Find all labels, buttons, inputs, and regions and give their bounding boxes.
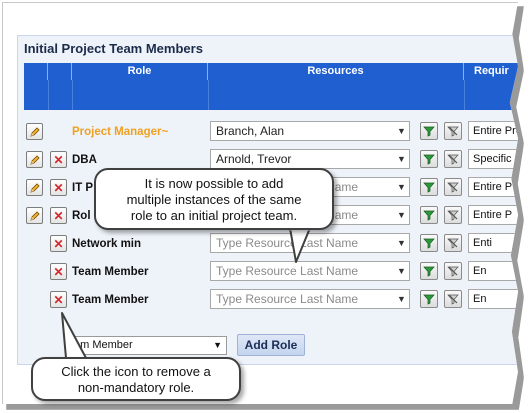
table-header: Role Resources Requir [24,63,518,80]
clear-filter-icon[interactable] [444,206,462,224]
funnel-icon[interactable] [420,178,438,196]
funnel-icon[interactable] [420,290,438,308]
resource-combobox[interactable]: Branch, Alan [210,121,410,141]
role-label: DBA [72,154,97,166]
table-row: Project Manager~ Branch, Alan ▼ Entire Pro [24,121,518,145]
x-icon[interactable]: ✕ [50,291,67,308]
chevron-down-icon[interactable]: ▼ [394,150,409,168]
x-icon[interactable]: ✕ [50,235,67,252]
add-role-button[interactable]: Add Role [237,334,305,356]
clear-filter-icon[interactable] [444,122,462,140]
table-row: ✕ Team Member Type Resource Last Name ▼ En [24,261,518,285]
role-select-value: am Member [74,339,133,351]
requirement-select[interactable]: Entire P [468,205,518,225]
pencil-icon[interactable] [26,179,43,196]
requirement-select[interactable]: Enti [468,233,518,253]
clear-filter-icon[interactable] [444,150,462,168]
pencil-icon[interactable] [26,123,43,140]
funnel-icon[interactable] [420,150,438,168]
role-label: Network min [72,238,142,250]
resource-combobox[interactable]: Arnold, Trevor [210,149,410,169]
role-label: IT P [72,182,94,194]
clear-filter-icon[interactable] [444,178,462,196]
role-label: Team Member [72,294,149,306]
funnel-icon[interactable] [420,206,438,224]
callout-line: It is now possible to add [144,176,284,191]
requirement-select[interactable]: Specific D [468,149,518,169]
x-icon[interactable]: ✕ [50,179,67,196]
x-icon[interactable]: ✕ [50,207,67,224]
requirement-select[interactable]: Entire P [468,177,518,197]
table-row: ✕ Network min Type Resource Last Name ▼ Enti [24,233,518,257]
x-icon[interactable]: ✕ [50,151,67,168]
callout-line: multiple instances of the same [126,192,302,207]
callout-line: Click the icon to remove a [61,364,211,379]
chevron-down-icon[interactable]: ▼ [394,122,409,140]
funnel-icon[interactable] [420,262,438,280]
funnel-icon[interactable] [420,234,438,252]
funnel-icon[interactable] [420,122,438,140]
chevron-down-icon[interactable]: ▼ [394,234,409,252]
header-delete-col [48,63,72,80]
header-requirement: Requir [474,65,509,77]
callout-line: non-mandatory role. [77,380,195,395]
chevron-down-icon[interactable]: ▼ [394,206,409,224]
requirement-select[interactable]: En [468,261,518,281]
chevron-down-icon[interactable]: ▼ [394,178,409,196]
resource-combobox[interactable]: Type Resource Last Name [210,289,410,309]
header-edit-col [24,63,48,80]
table-row: ✕ Team Member Type Resource Last Name ▼ En [24,289,518,313]
requirement-select[interactable]: Entire Pro [468,121,518,141]
clear-filter-icon[interactable] [444,262,462,280]
resource-combobox[interactable]: Type Resource Last Name [210,233,410,253]
pencil-icon[interactable] [26,207,43,224]
callout-multiple-instances: It is now possible to add multiple insta… [94,168,334,230]
role-label: Rol [72,210,91,222]
chevron-down-icon[interactable]: ▼ [394,290,409,308]
resource-combobox[interactable]: Type Resource Last Name [210,261,410,281]
x-icon[interactable]: ✕ [50,263,67,280]
header-band [24,80,518,110]
requirement-select[interactable]: En [468,289,518,309]
header-role: Role [72,63,208,80]
chevron-down-icon[interactable]: ▼ [394,262,409,280]
role-label: Project Manager~ [72,126,169,138]
clear-filter-icon[interactable] [444,290,462,308]
callout-line: role to an initial project team. [130,208,298,223]
role-select[interactable]: am Member ▼ [69,336,227,355]
clear-filter-icon[interactable] [444,234,462,252]
header-resources: Resources [208,63,464,80]
panel-title: Initial Project Team Members [24,41,203,56]
role-label: Team Member [72,266,149,278]
pencil-icon[interactable] [26,151,43,168]
chevron-down-icon: ▼ [213,340,222,350]
callout-remove-role: Click the icon to remove a non-mandatory… [31,357,241,401]
